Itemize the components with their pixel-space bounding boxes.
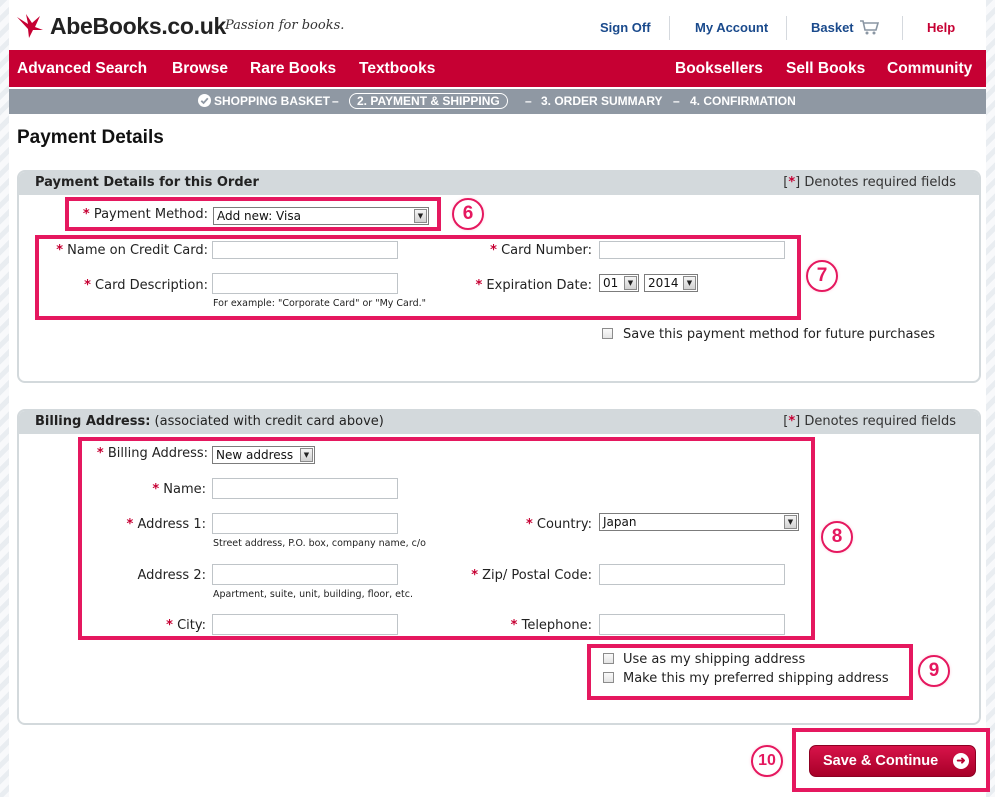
step-shopping-basket[interactable]: SHOPPING BASKET bbox=[198, 89, 330, 114]
annotation-number-6: 6 bbox=[452, 198, 484, 230]
tagline: Passion for books. bbox=[225, 18, 345, 33]
sign-off-label[interactable]: Sign Off bbox=[600, 20, 651, 35]
check-circle-icon bbox=[198, 94, 211, 107]
nav-community[interactable]: Community bbox=[887, 50, 972, 87]
help-link[interactable]: Help bbox=[927, 14, 955, 40]
step-confirmation: 4. CONFIRMATION bbox=[690, 94, 796, 108]
cart-icon bbox=[859, 20, 879, 35]
nav-rare-books[interactable]: Rare Books bbox=[250, 50, 336, 87]
required-note-text: Denotes required fields bbox=[804, 414, 956, 429]
sign-off-link[interactable]: Sign Off bbox=[600, 14, 651, 40]
nav-sell-books[interactable]: Sell Books bbox=[786, 50, 865, 87]
divider bbox=[669, 16, 670, 40]
page-title: Payment Details bbox=[17, 127, 164, 148]
basket-label[interactable]: Basket bbox=[811, 20, 854, 35]
basket-link[interactable]: Basket bbox=[811, 14, 881, 40]
annotation-number-10: 10 bbox=[751, 745, 783, 777]
annotation-box-9 bbox=[587, 644, 913, 700]
billing-panel-title: Billing Address: (associated with credit… bbox=[35, 414, 384, 429]
required-note-text: Denotes required fields bbox=[804, 175, 956, 190]
help-label[interactable]: Help bbox=[927, 20, 955, 35]
abebooks-logo[interactable]: AbeBooks.co.uk bbox=[16, 10, 226, 42]
required-star: * bbox=[788, 414, 796, 429]
right-background-pattern bbox=[986, 0, 995, 797]
nav-browse[interactable]: Browse bbox=[172, 50, 228, 87]
left-background-pattern bbox=[0, 0, 9, 797]
nav-textbooks[interactable]: Textbooks bbox=[359, 50, 435, 87]
step-payment-shipping: 2. PAYMENT & SHIPPING bbox=[349, 93, 508, 109]
logo-text: AbeBooks.co.uk bbox=[50, 12, 227, 39]
step-shopping-basket-label: SHOPPING BASKET bbox=[214, 94, 331, 108]
required-note: [*] Denotes required fields bbox=[783, 175, 956, 190]
my-account-link[interactable]: My Account bbox=[695, 14, 768, 40]
save-payment-method-label: Save this payment method for future purc… bbox=[623, 327, 936, 342]
step-order-summary: 3. ORDER SUMMARY bbox=[541, 94, 663, 108]
annotation-number-7: 7 bbox=[806, 260, 838, 292]
required-note: [*] Denotes required fields bbox=[783, 414, 956, 429]
annotation-box-6 bbox=[65, 197, 441, 231]
save-payment-method-checkbox[interactable] bbox=[602, 328, 613, 339]
annotation-box-8 bbox=[78, 437, 815, 640]
annotation-box-10 bbox=[792, 728, 990, 792]
annotation-number-8: 8 bbox=[821, 521, 853, 553]
payment-panel-title: Payment Details for this Order bbox=[35, 175, 259, 190]
required-star: * bbox=[788, 175, 796, 190]
my-account-label[interactable]: My Account bbox=[695, 20, 768, 35]
nav-booksellers[interactable]: Booksellers bbox=[675, 50, 763, 87]
billing-panel-title-bold: Billing Address: bbox=[35, 414, 151, 429]
nav-advanced-search[interactable]: Advanced Search bbox=[17, 50, 147, 87]
step-dash: – bbox=[332, 94, 339, 108]
billing-panel-title-note: (associated with credit card above) bbox=[154, 414, 384, 429]
abebooks-bird-logo-icon bbox=[17, 14, 43, 38]
divider bbox=[902, 16, 903, 40]
annotation-number-9: 9 bbox=[918, 655, 950, 687]
divider bbox=[786, 16, 787, 40]
annotation-box-7 bbox=[35, 235, 801, 320]
step-dash: – bbox=[673, 94, 680, 108]
step-dash: – bbox=[525, 94, 532, 108]
